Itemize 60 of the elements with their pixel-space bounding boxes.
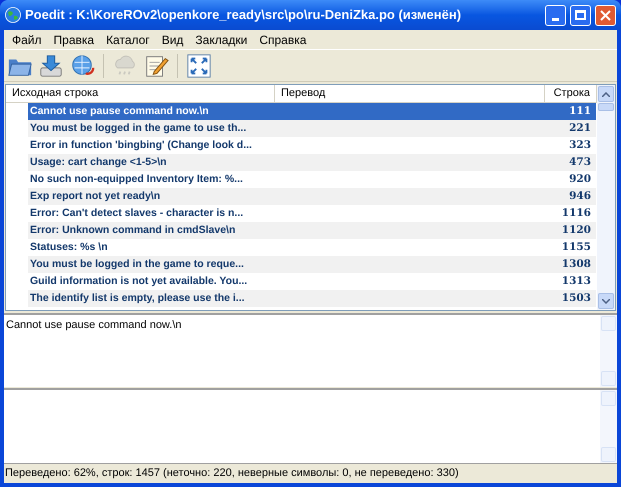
scroll-up-button — [601, 391, 616, 406]
close-icon — [600, 10, 611, 20]
menu-item[interactable]: Каталог — [100, 30, 156, 48]
table-row[interactable]: Usage: cart change <1-5>\n 473 — [28, 154, 596, 171]
source-cell-text: Error: Can't detect slaves - character is n... — [29, 206, 244, 221]
scroll-up-button — [601, 316, 616, 331]
table-row[interactable]: Error: Unknown command in cmdSlave\n 1120 — [28, 222, 596, 239]
scroll-down-button — [601, 371, 616, 386]
line-cell-text: 221 — [568, 120, 592, 136]
table-row[interactable]: You must be logged in the game to reque... 1308 — [28, 256, 596, 273]
globe-icon — [5, 7, 21, 23]
source-cell-text: Exp report not yet ready\n — [29, 188, 162, 204]
menu-item[interactable]: Вид — [156, 30, 190, 48]
line-cell-text: 473 — [568, 154, 592, 170]
line-cell-text: 1116 — [560, 206, 592, 221]
menu-item[interactable]: Файл — [6, 30, 48, 48]
source-cell-text: Cannot use pause command now.\n — [29, 104, 210, 119]
table-row[interactable]: Exp report not yet ready\n 946 — [28, 188, 596, 205]
menu-item[interactable]: Правка — [48, 30, 100, 48]
maximize-button[interactable] — [570, 4, 591, 26]
scroll-up-button[interactable] — [598, 86, 614, 102]
source-cell-text: You must be logged in the game to reque... — [29, 256, 245, 272]
close-button[interactable] — [595, 4, 616, 26]
line-cell-text: 1155 — [560, 240, 592, 255]
line-cell-text: 1503 — [560, 290, 592, 306]
source-cell-text: Statuses: %s \n — [29, 240, 109, 255]
source-cell-text: Error: Unknown command in cmdSlave\n — [29, 222, 236, 238]
translation-text-area[interactable] — [4, 388, 617, 463]
menu-item[interactable]: Справка — [253, 30, 312, 48]
status-text: Переведено: 62%, строк: 1457 (неточно: 220, неверные символы: 0, не переведено: 330) — [5, 466, 459, 482]
table-row[interactable]: Cannot use pause command now.\n 111 — [28, 103, 596, 120]
chevron-up-icon — [602, 92, 610, 96]
window-title: Poedit : K:\KoreROv2\openkore_ready\src\po\ru-DeniZka.po (изменён) — [25, 6, 462, 24]
menu-item[interactable]: Закладки — [189, 30, 254, 48]
line-cell-text: 1120 — [560, 222, 592, 238]
source-cell-text: Guild information is not yet available. You... — [29, 274, 248, 289]
source-text: Cannot use pause command now.\n — [5, 318, 183, 333]
source-cell-text: You must be logged in the game to use th... — [29, 120, 248, 136]
scroll-down-button[interactable] — [598, 293, 614, 309]
line-cell-text: 323 — [568, 138, 592, 153]
table-row[interactable]: The identify list is empty, please use the i... 1503 — [28, 290, 596, 307]
source-cell-text: The identify list is empty, please use the i... — [29, 290, 246, 306]
line-cell-text: 1313 — [560, 274, 592, 289]
fullscreen-button[interactable] — [185, 52, 213, 80]
scroll-thumb[interactable] — [598, 103, 614, 111]
table-row[interactable]: You must be logged in the game to use th... 221 — [28, 120, 596, 137]
source-cell-text: Error in function 'bingbing' (Change look d... — [29, 138, 253, 153]
line-cell-text: 946 — [568, 188, 592, 204]
source-cell-text: Usage: cart change <1-5>\n — [29, 154, 168, 170]
scroll-down-button — [601, 447, 616, 462]
source-text-area[interactable]: Cannot use pause command now.\n — [4, 313, 617, 387]
column-header[interactable]: Исходная строка — [6, 85, 275, 102]
line-cell-text: 1308 — [560, 256, 592, 272]
column-header[interactable]: Перевод — [275, 85, 545, 102]
scrollbar[interactable] — [597, 85, 615, 310]
minimize-button[interactable] — [545, 4, 566, 26]
line-cell-text: 920 — [568, 172, 592, 187]
line-cell-text: 111 — [568, 104, 592, 119]
source-cell-text: No such non-equipped Inventory Item: %... — [29, 172, 244, 187]
chevron-down-icon — [602, 298, 610, 304]
